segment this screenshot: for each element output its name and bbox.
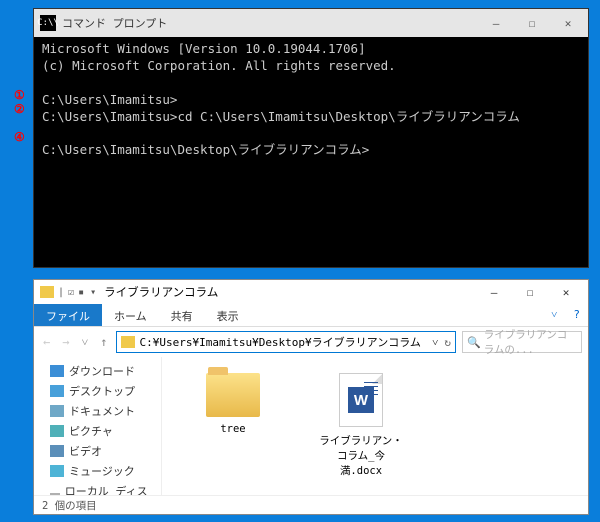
explorer-window: | ☑ ▪ ▾ ライブラリアンコラム — ☐ ✕ ファイル ホーム 共有 表示 …	[33, 279, 589, 515]
qat-dropdown-icon[interactable]: ▪ ▾	[78, 287, 96, 298]
sidebar-item-documents[interactable]: ドキュメント	[34, 401, 161, 421]
desktop-icon	[50, 385, 64, 397]
file-item-docx[interactable]: W ライブラリアン・コラム_今満.docx	[318, 373, 404, 478]
nav-back-button[interactable]: ←	[40, 335, 53, 349]
explorer-titlebar[interactable]: | ☑ ▪ ▾ ライブラリアンコラム — ☐ ✕	[34, 280, 588, 304]
document-icon	[50, 405, 64, 417]
status-item-count: 2 個の項目	[42, 498, 97, 513]
explorer-maximize-button[interactable]: ☐	[512, 281, 548, 303]
nav-forward-button[interactable]: →	[59, 335, 72, 349]
address-path[interactable]: C:¥Users¥Imamitsu¥Desktop¥ライブラリアンコラム	[139, 334, 432, 350]
tab-view[interactable]: 表示	[205, 304, 251, 326]
music-icon	[50, 465, 64, 477]
cmd-close-button[interactable]: ✕	[550, 11, 586, 35]
disk-icon	[50, 493, 60, 495]
cmd-title-text: コマンド プロンプト	[62, 15, 478, 31]
cmd-output[interactable]: Microsoft Windows [Version 10.0.19044.17…	[34, 37, 588, 163]
explorer-title-text: ライブラリアンコラム	[104, 284, 476, 300]
status-bar: 2 個の項目	[34, 495, 588, 515]
folder-icon	[206, 373, 260, 417]
video-icon	[50, 445, 64, 457]
qat-divider: |	[58, 287, 64, 298]
folder-item-tree[interactable]: tree	[190, 373, 276, 435]
content-pane[interactable]: tree W ライブラリアン・コラム_今満.docx	[162, 357, 588, 495]
sidebar-item-localdisk[interactable]: ローカル ディスク (C:)	[34, 481, 161, 495]
ribbon-tabs: ファイル ホーム 共有 表示 ˅ ?	[34, 304, 588, 327]
picture-icon	[50, 425, 64, 437]
sidebar-item-music[interactable]: ミュージック	[34, 461, 161, 481]
refresh-button[interactable]: ↻	[444, 336, 451, 349]
file-label: ライブラリアン・コラム_今満.docx	[318, 433, 404, 478]
tab-share[interactable]: 共有	[159, 304, 205, 326]
sidebar-item-pictures[interactable]: ピクチャ	[34, 421, 161, 441]
annotation-2: ②	[14, 102, 25, 116]
sidebar-item-videos[interactable]: ビデオ	[34, 441, 161, 461]
cmd-icon: C:\\	[40, 15, 56, 31]
navigation-pane: ダウンロード デスクトップ ドキュメント ピクチャ ビデオ ミュージック ローカ…	[34, 357, 162, 495]
sidebar-item-desktop[interactable]: デスクトップ	[34, 381, 161, 401]
cmd-maximize-button[interactable]: ☐	[514, 11, 550, 35]
folder-icon	[40, 286, 54, 298]
quick-access-toolbar: | ☑ ▪ ▾	[40, 286, 96, 298]
address-row: ← → ˅ ↑ C:¥Users¥Imamitsu¥Desktop¥ライブラリア…	[34, 327, 588, 357]
nav-up-button[interactable]: ↑	[97, 335, 110, 349]
address-dropdown-icon[interactable]: ˅	[432, 336, 438, 349]
folder-icon	[121, 336, 135, 348]
search-input[interactable]: 🔍 ライブラリアンコラムの...	[462, 331, 582, 353]
nav-recent-dropdown[interactable]: ˅	[78, 335, 91, 350]
help-button[interactable]: ?	[565, 304, 588, 326]
address-bar[interactable]: C:¥Users¥Imamitsu¥Desktop¥ライブラリアンコラム ˅ ↻	[116, 331, 456, 353]
tab-home[interactable]: ホーム	[102, 304, 159, 326]
download-icon	[50, 365, 64, 377]
explorer-minimize-button[interactable]: —	[476, 281, 512, 303]
search-placeholder: ライブラリアンコラムの...	[484, 327, 577, 357]
command-prompt-window: C:\\ コマンド プロンプト — ☐ ✕ Microsoft Windows …	[33, 8, 589, 268]
explorer-close-button[interactable]: ✕	[548, 281, 584, 303]
tab-file[interactable]: ファイル	[34, 304, 102, 326]
ribbon-collapse-button[interactable]: ˅	[543, 304, 565, 326]
word-document-icon: W	[339, 373, 383, 427]
cmd-titlebar[interactable]: C:\\ コマンド プロンプト — ☐ ✕	[34, 9, 588, 37]
search-icon: 🔍	[467, 336, 481, 349]
folder-label: tree	[220, 423, 245, 435]
annotation-4: ④	[14, 130, 25, 144]
qat-check-icon[interactable]: ☑	[68, 287, 74, 298]
annotation-1: ①	[14, 88, 25, 102]
sidebar-item-downloads[interactable]: ダウンロード	[34, 361, 161, 381]
cmd-minimize-button[interactable]: —	[478, 11, 514, 35]
